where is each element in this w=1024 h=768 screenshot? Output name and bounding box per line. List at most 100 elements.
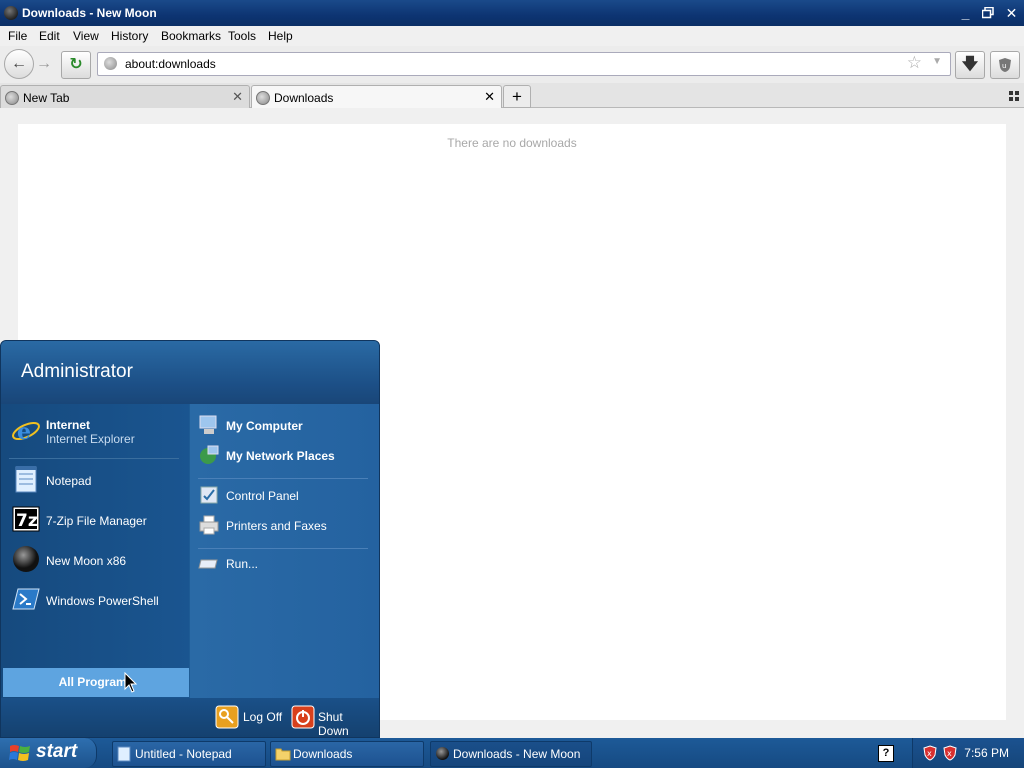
start-button[interactable]: start (0, 738, 97, 768)
notepad-icon (117, 746, 131, 762)
log-off-label: Log Off (243, 710, 283, 724)
taskbar-item-new-moon[interactable]: Downloads - New Moon (430, 741, 592, 767)
ublock-shield-icon: u (999, 58, 1011, 72)
taskbar-item-notepad[interactable]: Untitled - Notepad (112, 741, 266, 767)
start-item-run[interactable]: Run... (198, 552, 374, 576)
tab-strip: New Tab ✕ Downloads ✕ + (0, 83, 1024, 108)
start-item-subtitle: Internet Explorer (46, 432, 135, 446)
start-item-notepad[interactable]: Notepad (9, 464, 185, 498)
url-dropdown-icon[interactable]: ▼ (932, 56, 942, 67)
divider (9, 458, 179, 459)
help-tray-icon[interactable]: ? (878, 745, 894, 762)
menu-view[interactable]: View (73, 29, 99, 43)
menu-help[interactable]: Help (268, 29, 293, 43)
tab-downloads[interactable]: Downloads ✕ (251, 85, 502, 108)
reload-icon: ↻ (69, 56, 83, 73)
reload-button[interactable]: ↻ (61, 51, 91, 79)
tab-label: New Tab (23, 91, 70, 105)
start-item-label: My Network Places (226, 449, 335, 463)
new-tab-button[interactable]: + (503, 85, 531, 108)
run-icon (198, 559, 218, 569)
tab-list-button[interactable] (1009, 90, 1019, 104)
taskbar: start Untitled - Notepad Downloads Downl… (0, 738, 1024, 768)
taskbar-item-label: Untitled - Notepad (135, 747, 232, 761)
start-menu-footer: Log Off Shut Down (1, 698, 379, 737)
all-programs-button[interactable]: All Programs (3, 668, 189, 697)
power-icon (291, 705, 315, 729)
start-item-internet[interactable]: e Internet Internet Explorer (9, 414, 185, 454)
tab-close-icon[interactable]: ✕ (484, 89, 495, 105)
taskbar-item-downloads-folder[interactable]: Downloads (270, 741, 424, 767)
all-programs-label: All Programs (58, 675, 134, 689)
bookmark-star-icon[interactable]: ☆ (907, 53, 922, 73)
tab-globe-icon (256, 91, 270, 105)
start-item-label: My Computer (226, 419, 303, 433)
tab-close-icon[interactable]: ✕ (232, 89, 243, 105)
divider (198, 548, 368, 549)
downloads-button[interactable]: 🡇 (955, 51, 985, 79)
start-item-7zip[interactable]: 7z 7-Zip File Manager (9, 504, 185, 538)
internet-explorer-icon: e (12, 419, 40, 445)
start-menu-programs: e Internet Internet Explorer Notepad 7z … (1, 404, 189, 727)
start-item-my-network-places[interactable]: My Network Places (198, 444, 374, 468)
close-button[interactable]: ✕ (1001, 3, 1022, 23)
start-item-label: Run... (226, 557, 259, 571)
menu-edit[interactable]: Edit (39, 29, 60, 43)
start-item-label: Printers and Faxes (226, 519, 327, 533)
folder-icon (275, 748, 291, 761)
site-identity-icon[interactable] (104, 57, 117, 70)
my-computer-icon (199, 415, 217, 434)
start-item-powershell[interactable]: Windows PowerShell (9, 584, 185, 618)
url-input[interactable] (123, 55, 897, 73)
security-shield-icon[interactable]: x (943, 745, 957, 761)
divider (198, 478, 368, 479)
taskbar-item-label: Downloads (293, 747, 353, 761)
svg-text:x: x (947, 749, 952, 758)
control-panel-icon (200, 486, 218, 504)
menu-tools[interactable]: Tools (228, 29, 256, 43)
menu-bookmarks[interactable]: Bookmarks (161, 29, 221, 43)
svg-text:x: x (927, 749, 932, 758)
start-menu-header: Administrator (1, 341, 379, 404)
windows-logo-icon (9, 745, 30, 761)
forward-arrow-icon: → (36, 55, 52, 72)
clock[interactable]: 7:56 PM (964, 746, 1009, 760)
start-item-title: Internet (46, 418, 91, 432)
user-name: Administrator (21, 361, 133, 382)
forward-button[interactable]: → (36, 55, 52, 73)
restore-button[interactable] (977, 3, 998, 23)
system-tray: x x 7:56 PM (912, 738, 1024, 768)
grid-icon (1009, 91, 1019, 101)
log-off-key-icon (215, 705, 239, 729)
menu-history[interactable]: History (111, 29, 148, 43)
shut-down-button[interactable]: Shut Down (291, 705, 375, 737)
svg-text:7z: 7z (16, 511, 38, 531)
download-arrow-icon: 🡇 (961, 56, 979, 73)
start-item-printers-and-faxes[interactable]: Printers and Faxes (198, 514, 374, 538)
back-arrow-icon: ← (11, 55, 27, 72)
start-item-control-panel[interactable]: Control Panel (198, 484, 374, 508)
title-bar: Downloads - New Moon _ ✕ (0, 0, 1024, 26)
extension-button[interactable]: u (990, 51, 1020, 79)
mouse-cursor-icon (124, 672, 138, 693)
new-moon-icon (436, 747, 449, 760)
back-button[interactable]: ← (4, 49, 34, 79)
log-off-button[interactable]: Log Off (215, 705, 285, 731)
network-places-icon (200, 445, 219, 464)
start-menu: Administrator e Internet Internet Explor… (0, 340, 380, 738)
start-item-new-moon[interactable]: New Moon x86 (9, 544, 185, 578)
start-item-my-computer[interactable]: My Computer (198, 414, 374, 438)
menu-file[interactable]: File (8, 29, 27, 43)
minimize-button[interactable]: _ (955, 3, 976, 23)
svg-text:u: u (1002, 62, 1006, 70)
plus-icon: + (512, 87, 522, 106)
7zip-icon: 7z (12, 506, 40, 532)
security-shield-icon[interactable]: x (923, 745, 937, 761)
tab-label: Downloads (274, 91, 334, 105)
tab-new-tab[interactable]: New Tab ✕ (0, 85, 250, 108)
start-item-label: New Moon x86 (46, 554, 127, 568)
shut-down-label: Shut Down (318, 710, 349, 738)
navigation-toolbar: ← → ↻ ☆ ▼ 🡇 u (0, 46, 1024, 84)
tab-globe-icon (5, 91, 19, 105)
url-bar[interactable]: ☆ ▼ (97, 52, 951, 76)
